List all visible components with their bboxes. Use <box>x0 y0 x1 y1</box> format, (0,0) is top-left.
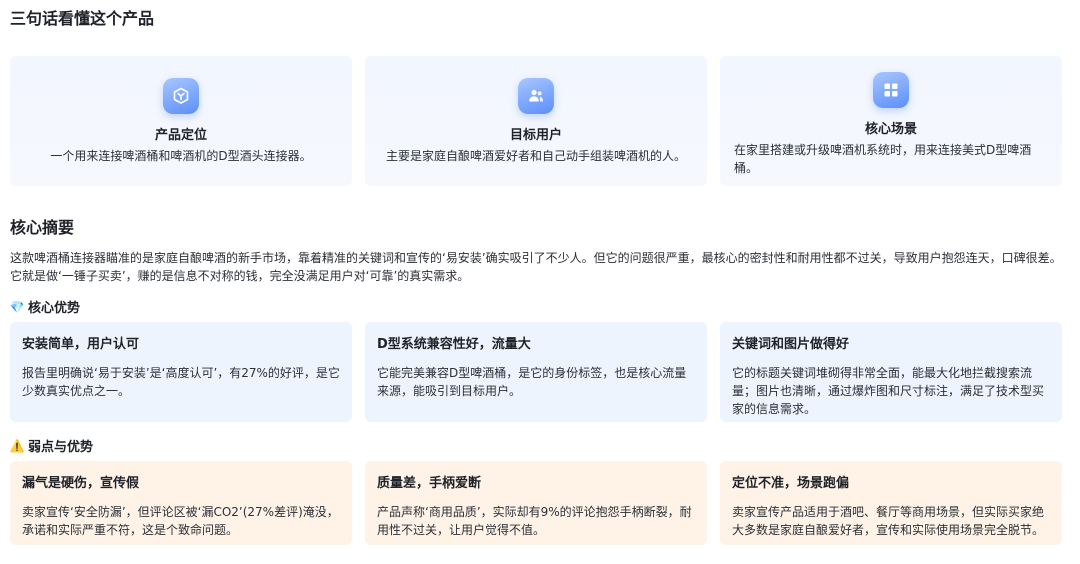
warning-icon: ⚠️ <box>9 438 25 453</box>
page: 三句话看懂这个产品 产品定位 一个用来连接啤酒桶和啤酒机的D型酒头连接器。 目标… <box>0 0 1080 564</box>
intro-title: 核心场景 <box>864 122 917 137</box>
weakness-card: 漏气是硬伤，宣传假 卖家宣传‘安全防漏’，但评论区被‘漏CO2’(27%差评)淹… <box>10 461 352 545</box>
grid-icon <box>873 72 909 108</box>
summary-title: 核心摘要 <box>10 218 75 237</box>
card-title: 漏气是硬伤，宣传假 <box>22 476 140 491</box>
intro-cards: 产品定位 一个用来连接啤酒桶和啤酒机的D型酒头连接器。 目标用户 主要是家庭自酿… <box>10 56 1062 186</box>
card-desc: 卖家宣传产品适用于酒吧、餐厅等商用场景，但实际买家绝大多数是家庭自酿爱好者，宣传… <box>732 505 1045 537</box>
card-title: 关键词和图片做得好 <box>732 337 850 352</box>
card-title: 定位不准，场景跑偏 <box>732 476 850 491</box>
advantages-heading: 💎 核心优势 <box>9 297 81 317</box>
weakness-card: 定位不准，场景跑偏 卖家宣传产品适用于酒吧、餐厅等商用场景，但实际买家绝大多数是… <box>720 461 1062 545</box>
page-title: 三句话看懂这个产品 <box>10 9 155 28</box>
intro-card-target-users: 目标用户 主要是家庭自酿啤酒爱好者和自己动手组装啤酒机的人。 <box>365 56 707 186</box>
users-icon <box>518 78 554 114</box>
intro-title: 产品定位 <box>154 128 207 143</box>
intro-title: 目标用户 <box>509 128 562 143</box>
intro-desc: 在家里搭建或升级啤酒机系统时，用来连接美式D型啤酒桶。 <box>734 143 1032 175</box>
advantages-cards: 安装简单，用户认可 报告里明确说‘易于安装’是‘高度认可’，有27%的好评，是它… <box>10 322 1062 422</box>
advantage-card: 关键词和图片做得好 它的标题关键词堆砌得非常全面，能最大化地拦截搜索流量；图片也… <box>720 322 1062 422</box>
summary-text: 这款啤酒桶连接器瞄准的是家庭自酿啤酒的新手市场，靠着精准的关键词和宣传的‘易安装… <box>10 251 1062 283</box>
card-desc: 卖家宣传‘安全防漏’，但评论区被‘漏CO2’(27%差评)淹没，承诺和实际严重不… <box>22 505 339 537</box>
weaknesses-heading: ⚠️ 弱点与优势 <box>9 436 94 456</box>
card-title: D型系统兼容性好，流量大 <box>377 337 531 352</box>
intro-desc: 一个用来连接啤酒桶和啤酒机的D型酒头连接器。 <box>50 149 312 163</box>
advantages-title: 核心优势 <box>28 301 81 316</box>
weaknesses-title: 弱点与优势 <box>28 440 94 455</box>
intro-card-positioning: 产品定位 一个用来连接啤酒桶和啤酒机的D型酒头连接器。 <box>10 56 352 186</box>
intro-desc: 主要是家庭自酿啤酒爱好者和自己动手组装啤酒机的人。 <box>385 149 686 163</box>
advantage-card: D型系统兼容性好，流量大 它能完美兼容D型啤酒桶，是它的身份标签，也是核心流量来… <box>365 322 707 422</box>
card-desc: 它的标题关键词堆砌得非常全面，能最大化地拦截搜索流量；图片也清晰，通过爆炸图和尺… <box>732 366 1045 416</box>
card-desc: 它能完美兼容D型啤酒桶，是它的身份标签，也是核心流量来源，能吸引到目标用户。 <box>377 366 687 398</box>
card-title: 质量差，手柄爱断 <box>377 476 482 491</box>
cube-icon <box>163 78 199 114</box>
weakness-card: 质量差，手柄爱断 产品声称‘商用品质’，实际却有9%的评论抱怨手柄断裂，耐用性不… <box>365 461 707 545</box>
advantage-card: 安装简单，用户认可 报告里明确说‘易于安装’是‘高度认可’，有27%的好评，是它… <box>10 322 352 422</box>
card-desc: 报告里明确说‘易于安装’是‘高度认可’，有27%的好评，是它少数真实优点之一。 <box>22 366 340 398</box>
weaknesses-cards: 漏气是硬伤，宣传假 卖家宣传‘安全防漏’，但评论区被‘漏CO2’(27%差评)淹… <box>10 461 1062 545</box>
card-title: 安装简单，用户认可 <box>22 337 140 352</box>
intro-card-core-scenario: 核心场景 在家里搭建或升级啤酒机系统时，用来连接美式D型啤酒桶。 <box>720 56 1062 186</box>
gem-icon: 💎 <box>9 299 25 314</box>
card-desc: 产品声称‘商用品质’，实际却有9%的评论抱怨手柄断裂，耐用性不过关，让用户觉得不… <box>377 505 692 537</box>
